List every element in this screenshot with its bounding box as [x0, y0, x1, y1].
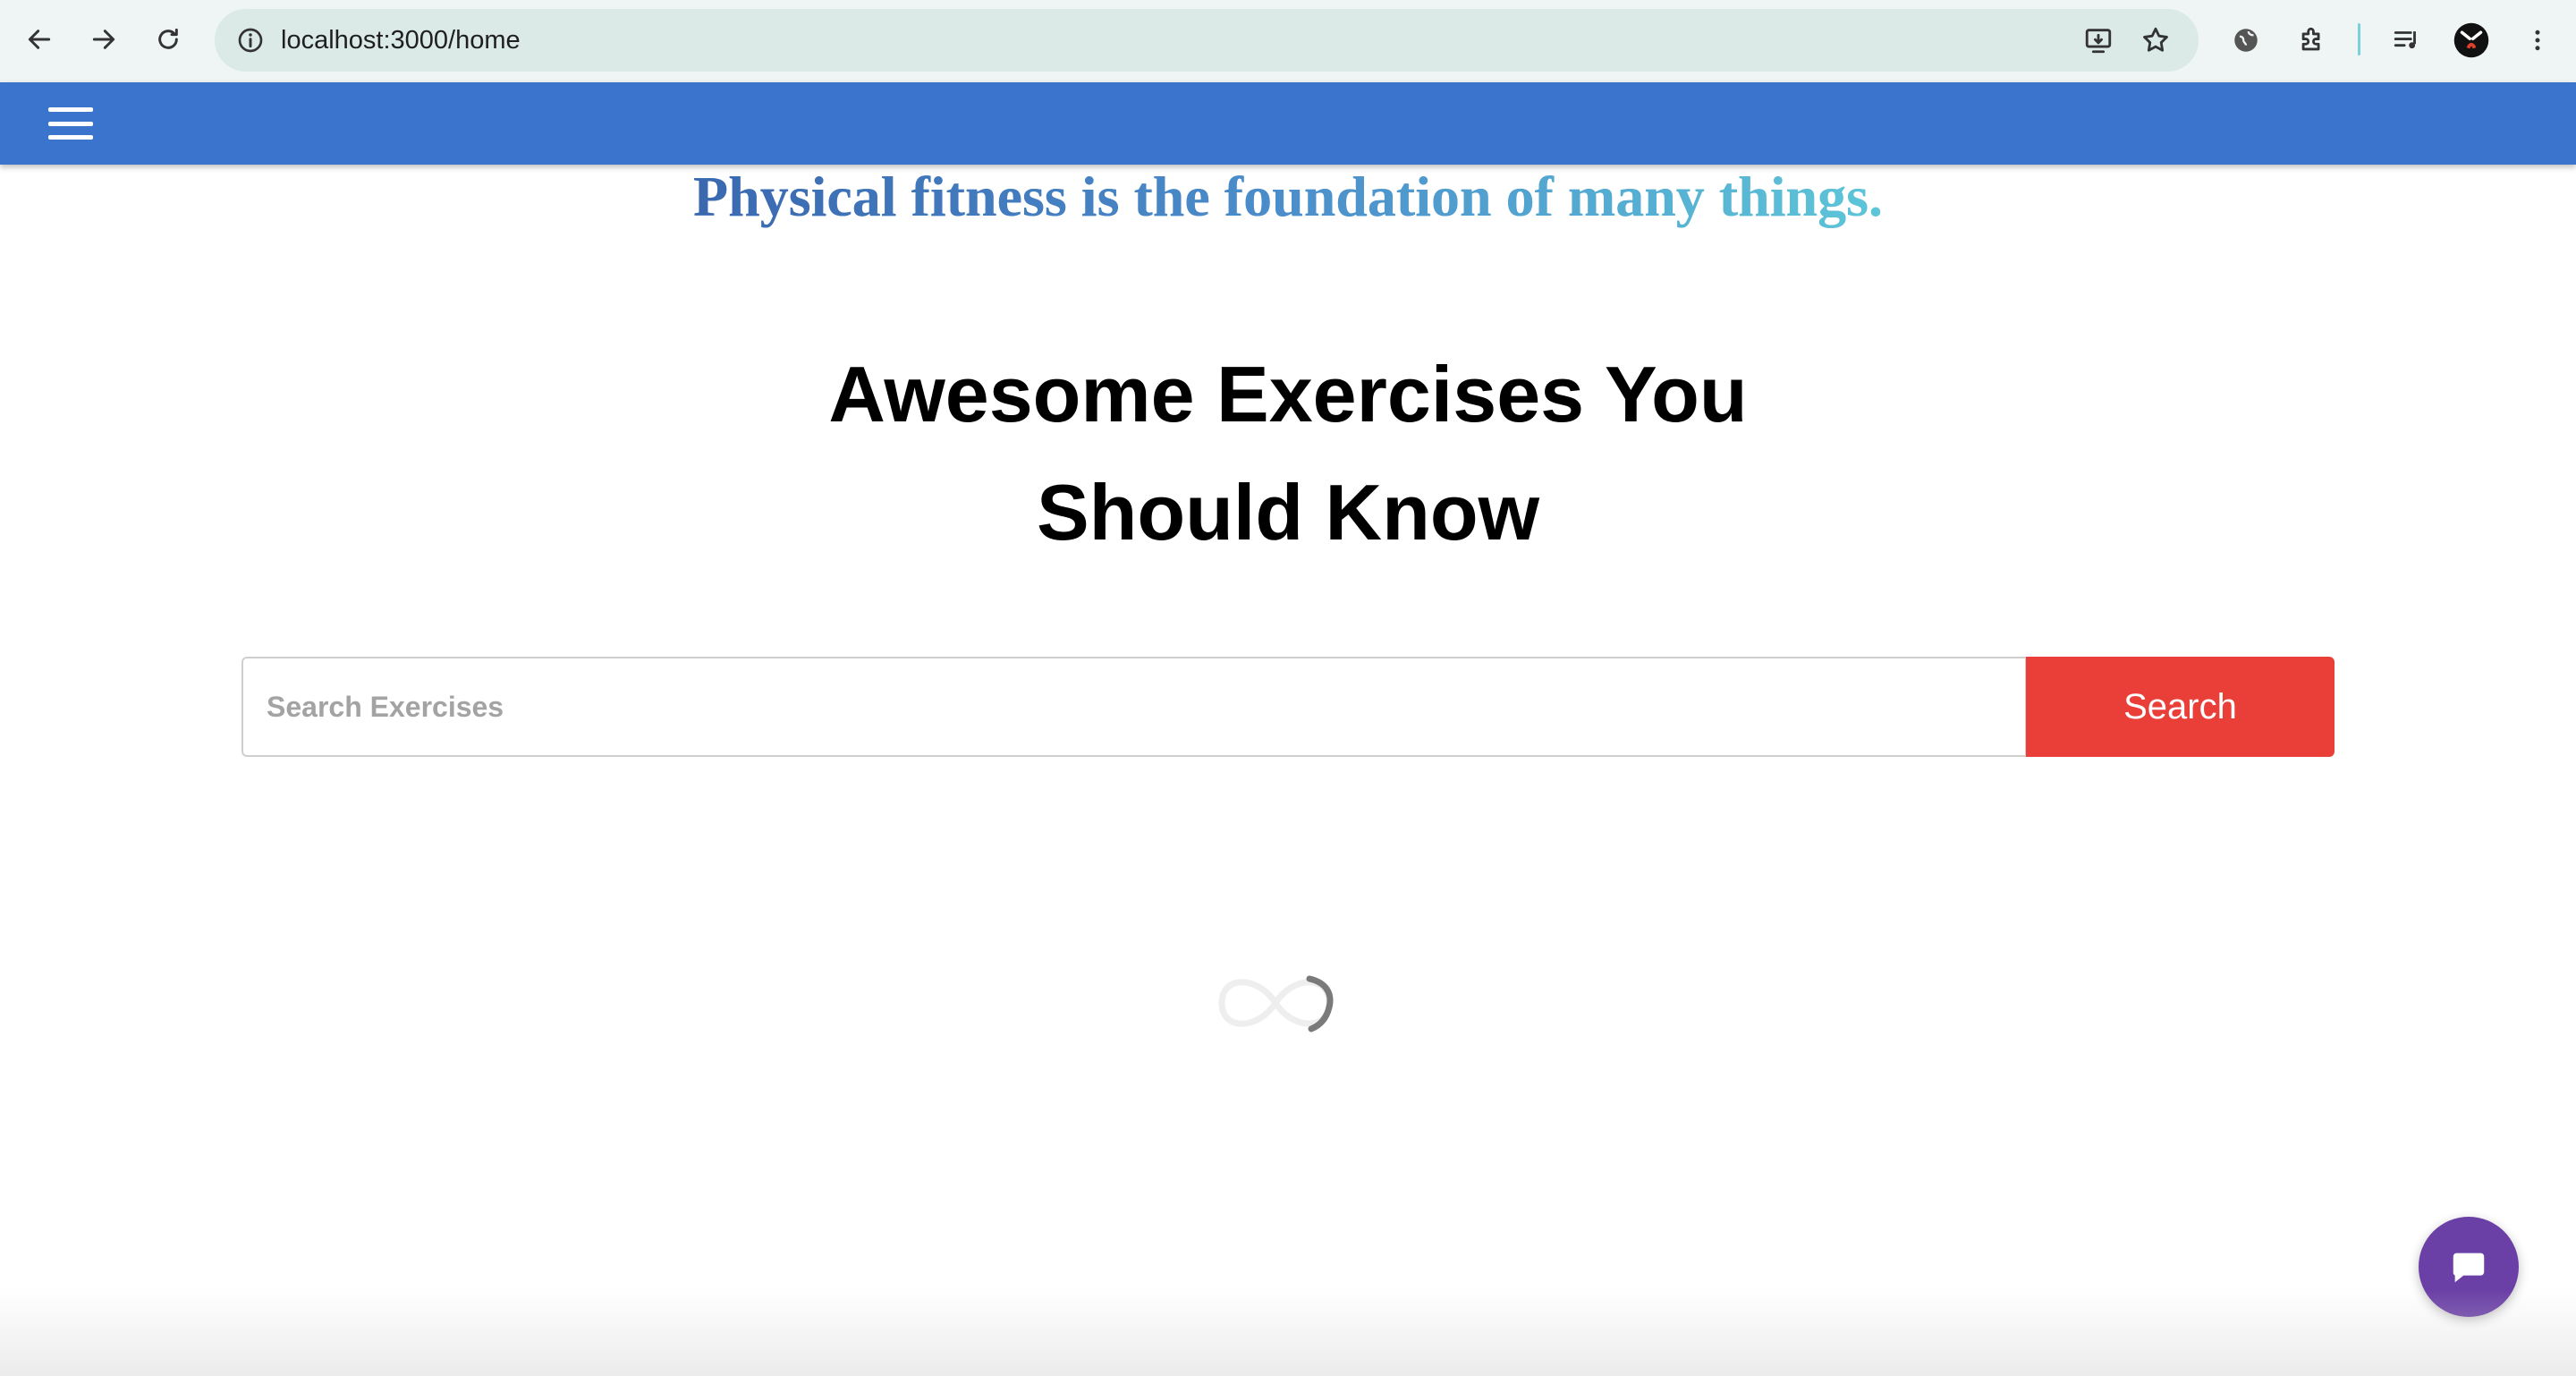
hamburger-menu-icon[interactable]: [45, 102, 97, 145]
tagline: Physical fitness is the foundation of ma…: [0, 159, 2576, 234]
toolbar-divider: [2358, 23, 2360, 55]
back-arrow-icon[interactable]: [20, 20, 59, 59]
browser-toolbar: localhost:3000/home: [0, 0, 2576, 82]
bottom-shadow: [0, 1288, 2576, 1376]
infinity-loader-icon: [1195, 966, 1356, 1040]
profile-avatar-icon[interactable]: [2449, 18, 2494, 63]
search-input[interactable]: [242, 657, 2027, 757]
chat-bubble-icon: [2453, 1253, 2485, 1283]
search-button[interactable]: Search: [2026, 657, 2334, 757]
extensions-puzzle-icon[interactable]: [2290, 18, 2334, 63]
media-control-icon[interactable]: [2385, 18, 2429, 63]
app-header: [0, 82, 2576, 165]
bookmark-star-icon[interactable]: [2134, 19, 2177, 62]
address-url[interactable]: localhost:3000/home: [281, 9, 521, 72]
address-bar[interactable]: localhost:3000/home: [215, 9, 2199, 72]
search-bar: Search: [242, 657, 2334, 757]
page-title-line-2: Should Know: [1036, 468, 1540, 556]
page-title: Awesome Exercises You Should Know: [0, 336, 2576, 572]
install-app-icon[interactable]: [2077, 19, 2120, 62]
reload-icon[interactable]: [148, 20, 188, 59]
forward-arrow-icon[interactable]: [84, 20, 123, 59]
chat-button[interactable]: [2419, 1217, 2519, 1317]
site-info-icon[interactable]: [229, 19, 272, 62]
more-options-icon[interactable]: [2515, 18, 2560, 63]
extension-globe-icon[interactable]: [2224, 18, 2268, 63]
page-title-line-1: Awesome Exercises You: [828, 350, 1748, 438]
